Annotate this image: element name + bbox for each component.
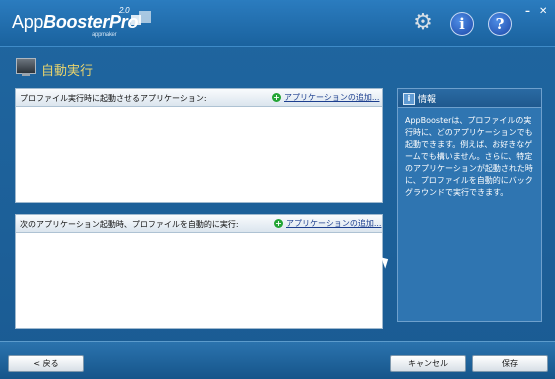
launch-apps-pane: プロファイル実行時に起動させるアプリケーション: + アプリケーションの追加..… <box>15 88 383 203</box>
add-icon[interactable]: + <box>274 219 283 228</box>
app-window: AppBoosterPro 2.0 appmaker ⚙ i ? – ✕ 自動実… <box>0 0 555 379</box>
logo-version: 2.0 <box>119 6 130 15</box>
add-icon[interactable]: + <box>272 93 281 102</box>
info-description: AppBoosterは、プロファイルの実行時に、どのアプリケーションでも起動でき… <box>405 116 533 197</box>
trigger-apps-list[interactable] <box>16 233 382 328</box>
launch-apps-caption: プロファイル実行時に起動させるアプリケーション: <box>20 94 207 103</box>
info-title: 情報 <box>418 95 437 105</box>
info-icon[interactable]: i <box>450 12 474 36</box>
footer-bar: < 戻る キャンセル 保存 <box>0 341 555 379</box>
back-button[interactable]: < 戻る <box>8 355 84 372</box>
help-icon[interactable]: ? <box>488 12 512 36</box>
launch-apps-list[interactable] <box>16 107 382 202</box>
info-panel: i 情報 AppBoosterは、プロファイルの実行時に、どのアプリケーションで… <box>397 88 542 322</box>
launch-apps-header: プロファイル実行時に起動させるアプリケーション: + アプリケーションの追加..… <box>16 89 382 107</box>
add-application-link[interactable]: アプリケーションの追加... <box>284 92 379 103</box>
settings-gear-icon[interactable]: ⚙ <box>412 12 434 34</box>
info-small-icon: i <box>403 93 415 105</box>
title-bar: AppBoosterPro 2.0 appmaker ⚙ i ? – ✕ <box>0 0 555 47</box>
app-logo: AppBoosterPro 2.0 appmaker <box>12 6 139 38</box>
logo-title-bold: BoosterPro <box>43 12 139 32</box>
monitor-icon <box>16 58 36 76</box>
add-trigger-application-link[interactable]: アプリケーションの追加... <box>286 218 381 229</box>
save-button[interactable]: 保存 <box>472 355 548 372</box>
logo-title-regular: App <box>12 12 44 32</box>
logo-subtitle: appmaker <box>92 32 117 38</box>
section-title: 自動実行 <box>41 64 94 79</box>
trigger-apps-caption: 次のアプリケーション起動時、プロファイルを自動的に実行: <box>20 220 239 229</box>
logo-mark-icon <box>131 11 153 27</box>
trigger-apps-pane: 次のアプリケーション起動時、プロファイルを自動的に実行: + アプリケーションの… <box>15 214 383 329</box>
cancel-button[interactable]: キャンセル <box>390 355 466 372</box>
minimize-button[interactable]: – <box>525 6 530 17</box>
trigger-apps-header: 次のアプリケーション起動時、プロファイルを自動的に実行: + アプリケーションの… <box>16 215 382 233</box>
close-button[interactable]: ✕ <box>539 6 547 17</box>
info-panel-header: i 情報 <box>398 89 541 108</box>
